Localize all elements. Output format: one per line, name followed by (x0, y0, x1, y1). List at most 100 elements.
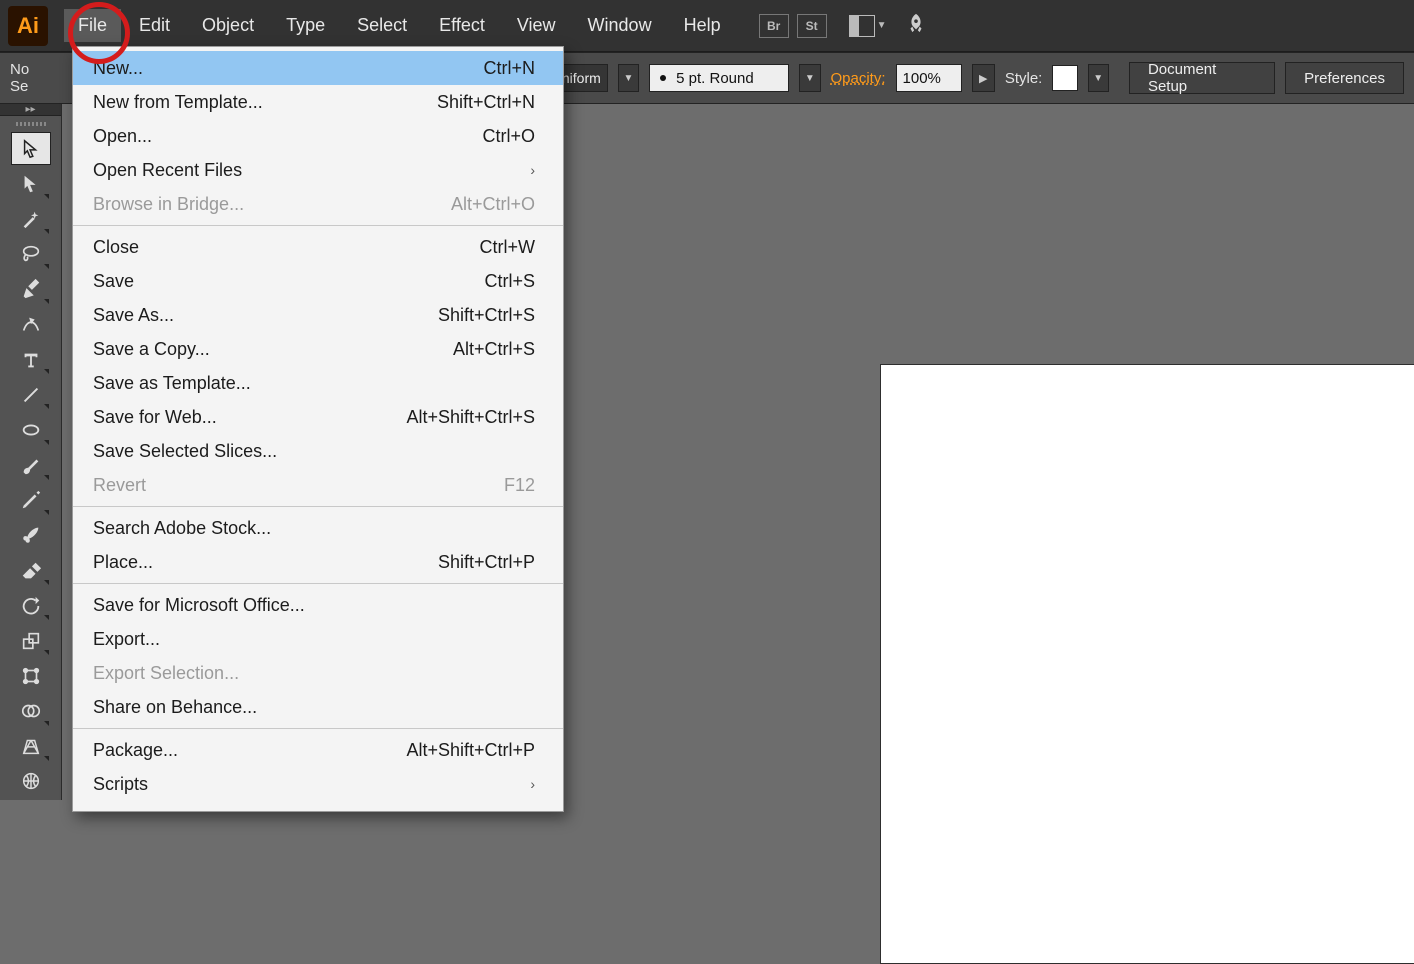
tools-expand[interactable]: ▸▸ (0, 104, 61, 116)
menu-item-shortcut: Shift+Ctrl+P (438, 552, 535, 573)
file-menu-item[interactable]: New... Ctrl+N (73, 51, 563, 85)
file-menu-item[interactable]: SaveCtrl+S (73, 264, 563, 298)
menu-item-label: Save a Copy... (93, 339, 210, 360)
brush-dropdown[interactable]: ▼ (799, 64, 820, 92)
tool-direct-selection[interactable] (11, 167, 51, 200)
menu-item-label: Open Recent Files (93, 160, 242, 181)
brush-select[interactable]: 5 pt. Round (649, 64, 789, 92)
tool-pen[interactable] (11, 273, 51, 306)
panel-layout-icon (849, 15, 875, 37)
menu-item-shortcut: Shift+Ctrl+N (437, 92, 535, 113)
tool-ellipse[interactable] (11, 413, 51, 446)
bridge-icon[interactable]: Br (759, 14, 789, 38)
menu-select[interactable]: Select (343, 9, 421, 42)
tool-mesh[interactable] (11, 765, 51, 798)
menu-effect[interactable]: Effect (425, 9, 499, 42)
tool-lasso[interactable] (11, 238, 51, 271)
menu-item-shortcut: F12 (504, 475, 535, 496)
document-setup-button[interactable]: Document Setup (1129, 62, 1275, 94)
menu-item-shortcut: Ctrl+W (480, 237, 536, 258)
menu-item-shortcut: Ctrl+N (483, 58, 535, 79)
submenu-arrow-icon: › (530, 162, 535, 178)
menu-item-label: New... (93, 58, 143, 79)
menu-item-label: Open... (93, 126, 152, 147)
menu-object[interactable]: Object (188, 9, 268, 42)
app-logo: Ai (8, 6, 48, 46)
menu-item-shortcut: Alt+Ctrl+S (453, 339, 535, 360)
file-menu-item[interactable]: Share on Behance... (73, 690, 563, 724)
file-menu-item[interactable]: Search Adobe Stock... (73, 511, 563, 545)
menu-item-label: Save Selected Slices... (93, 441, 277, 462)
file-menu-item: Browse in Bridge... Alt+Ctrl+O (73, 187, 563, 221)
file-menu-item[interactable]: Save Selected Slices... (73, 434, 563, 468)
menu-type[interactable]: Type (272, 9, 339, 42)
workspace-switcher[interactable]: ▼ (849, 15, 887, 37)
menu-help[interactable]: Help (670, 9, 735, 42)
tools-grip[interactable] (0, 116, 61, 132)
preferences-button[interactable]: Preferences (1285, 62, 1404, 94)
tool-paintbrush[interactable] (11, 449, 51, 482)
tool-scale[interactable] (11, 624, 51, 657)
artboard[interactable] (880, 364, 1414, 964)
style-dropdown[interactable]: ▼ (1088, 64, 1109, 92)
file-menu-item[interactable]: Save for Web... Alt+Shift+Ctrl+S (73, 400, 563, 434)
menu-item-label: Package... (93, 740, 178, 761)
menu-item-label: Revert (93, 475, 146, 496)
tool-magic-wand[interactable] (11, 203, 51, 236)
menu-window[interactable]: Window (574, 9, 666, 42)
opacity-label[interactable]: Opacity: (831, 70, 886, 87)
menu-file[interactable]: File (64, 9, 121, 42)
opacity-flyout[interactable]: ▶ (972, 64, 995, 92)
tool-type[interactable] (11, 343, 51, 376)
file-menu-item[interactable]: Package...Alt+Shift+Ctrl+P (73, 733, 563, 767)
style-label: Style: (1005, 70, 1043, 87)
menu-view[interactable]: View (503, 9, 570, 42)
file-menu-item[interactable]: New from Template... Shift+Ctrl+N (73, 85, 563, 119)
style-swatch[interactable] (1052, 65, 1077, 91)
menu-separator (73, 225, 563, 226)
menu-item-label: New from Template... (93, 92, 263, 113)
tool-pencil[interactable] (11, 484, 51, 517)
menu-item-shortcut: Alt+Shift+Ctrl+S (406, 407, 535, 428)
tool-selection[interactable] (11, 132, 51, 165)
file-menu-item[interactable]: Scripts › (73, 767, 563, 801)
file-menu-item: Export Selection... (73, 656, 563, 690)
file-menu-item[interactable]: Save for Microsoft Office... (73, 588, 563, 622)
menu-item-label: Save as Template... (93, 373, 251, 394)
menu-item-label: Save for Web... (93, 407, 217, 428)
menu-item-label: Export Selection... (93, 663, 239, 684)
menu-item-label: Save (93, 271, 134, 292)
opacity-input[interactable] (896, 64, 962, 92)
file-menu-item[interactable]: Export... (73, 622, 563, 656)
tool-blob-brush[interactable] (11, 519, 51, 552)
stroke-profile-dropdown[interactable]: ▼ (618, 64, 639, 92)
tool-perspective[interactable] (11, 730, 51, 763)
menu-item-label: Save for Microsoft Office... (93, 595, 305, 616)
tool-eraser[interactable] (11, 554, 51, 587)
menu-item-shortcut: Alt+Ctrl+O (451, 194, 535, 215)
tool-line[interactable] (11, 378, 51, 411)
tool-curvature[interactable] (11, 308, 51, 341)
file-menu-item[interactable]: Open...Ctrl+O (73, 119, 563, 153)
menu-item-label: Close (93, 237, 139, 258)
menu-item-label: Scripts (93, 774, 148, 795)
tool-free-transform[interactable] (11, 659, 51, 692)
tool-rotate[interactable] (11, 589, 51, 622)
menu-item-label: Export... (93, 629, 160, 650)
file-menu-item[interactable]: Open Recent Files › (73, 153, 563, 187)
file-menu-item[interactable]: Place... Shift+Ctrl+P (73, 545, 563, 579)
menubar-extensions: Br St ▼ (759, 12, 927, 40)
menu-item-label: Browse in Bridge... (93, 194, 244, 215)
file-menu-item[interactable]: Close Ctrl+W (73, 230, 563, 264)
submenu-arrow-icon: › (530, 776, 535, 792)
stock-icon[interactable]: St (797, 14, 827, 38)
file-menu-item[interactable]: Save as Template... (73, 366, 563, 400)
file-menu-item[interactable]: Save a Copy... Alt+Ctrl+S (73, 332, 563, 366)
menu-edit[interactable]: Edit (125, 9, 184, 42)
tool-shape-builder[interactable] (11, 695, 51, 728)
file-menu-item[interactable]: Save As...Shift+Ctrl+S (73, 298, 563, 332)
menu-item-label: Place... (93, 552, 153, 573)
sync-icon[interactable] (905, 12, 927, 40)
menu-separator (73, 728, 563, 729)
menu-item-shortcut: Shift+Ctrl+S (438, 305, 535, 326)
